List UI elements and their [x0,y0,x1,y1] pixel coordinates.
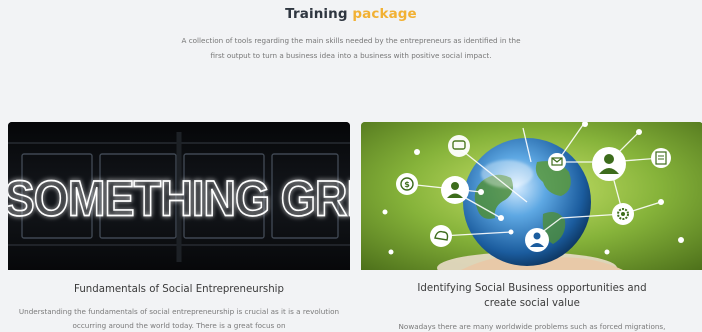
card-description: Nowadays there are many worldwide proble… [398,322,666,331]
page-title: Training package [0,6,702,22]
document-icon [651,148,671,168]
title-accent: package [352,6,417,22]
chat-icon [448,135,470,157]
svg-text:$: $ [404,180,410,189]
card-title[interactable]: Identifying Social Business opportunitie… [401,281,663,311]
intro-text: A collection of tools regarding the main… [181,36,521,60]
neon-sign-illustration: DO SOMETHING GREAT [8,122,350,270]
neon-sign-image[interactable]: DO SOMETHING GREAT [8,122,350,270]
user-icon [525,228,549,252]
ai-icon [430,225,452,247]
user-icon [441,176,469,204]
title-main: Training [285,6,348,22]
user-icon [592,147,626,181]
card-title[interactable]: Fundamentals of Social Entrepreneurship [8,282,350,297]
gear-icon [612,203,634,225]
globe-network-illustration: $ [361,122,702,270]
neon-text: DO SOMETHING GREAT [8,171,350,227]
training-package-section: Training package A collection of tools r… [0,0,702,332]
mail-icon [548,153,566,171]
globe-network-image[interactable]: $ [361,122,702,270]
card-description: Understanding the fundamentals of social… [18,307,340,330]
money-icon: $ [396,173,418,195]
